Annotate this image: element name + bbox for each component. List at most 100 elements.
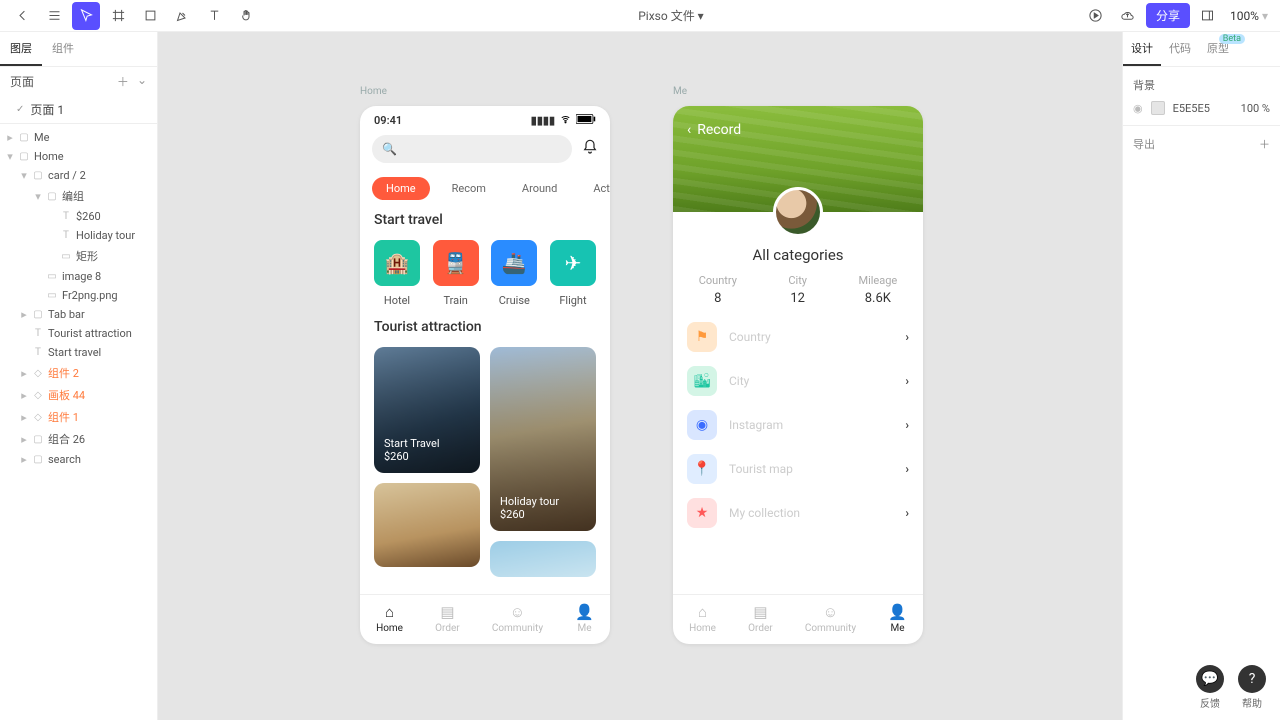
visibility-icon[interactable]: ◉ (1133, 102, 1143, 115)
pages-label: 页面 (10, 73, 34, 90)
tour-card[interactable] (374, 483, 480, 567)
layer-row[interactable]: ▸▢组合 26 (0, 428, 157, 450)
card-price: $260 (500, 508, 586, 521)
tab-code[interactable]: 代码 (1161, 32, 1199, 66)
card-price: $260 (384, 450, 470, 463)
layer-row[interactable]: ▸◇组件 1 (0, 406, 157, 428)
layer-row[interactable]: TTourist attraction (0, 324, 157, 343)
artboard-label: Me (673, 86, 687, 97)
bg-hex[interactable]: E5E5E5 (1173, 102, 1210, 115)
frame-tool[interactable] (104, 2, 132, 30)
pill-tabs: Home Recom Around Activity (360, 169, 610, 208)
category-item[interactable]: ✈Flight (550, 240, 596, 307)
canvas[interactable]: Home 09:41 ▮▮▮▮ 🔍 Home (158, 32, 1122, 720)
back-record[interactable]: ‹ Record (687, 122, 741, 138)
search-icon: 🔍 (382, 142, 397, 156)
bg-section-label: 背景 (1133, 77, 1270, 93)
layer-row[interactable]: ▭image 8 (0, 267, 157, 286)
tabbar-item[interactable]: 👤Me (575, 603, 594, 634)
page-item[interactable]: 页面 1 (0, 96, 157, 123)
pen-tool[interactable] (168, 2, 196, 30)
list-item[interactable]: 🏙City› (687, 366, 909, 396)
right-panel: 设计 代码 原型Beta 背景 ◉ E5E5E5 100 % 导出 ＋ (1122, 32, 1280, 720)
list-item[interactable]: ◉Instagram› (687, 410, 909, 440)
tabbar-item[interactable]: ⌂Home (376, 603, 403, 634)
tab-prototype[interactable]: 原型Beta (1199, 32, 1237, 66)
bg-swatch[interactable] (1151, 101, 1165, 115)
document-title[interactable]: Pixso 文件 ▾ (638, 7, 703, 24)
tabbar-item[interactable]: ▤Order (748, 603, 773, 634)
tabbar-item[interactable]: ☺Community (492, 603, 543, 634)
section-start-travel: Start travel (360, 208, 610, 232)
layer-row[interactable]: ▸◇画板 44 (0, 384, 157, 406)
category-item[interactable]: 🚆Train (433, 240, 479, 307)
layer-row[interactable]: ▭矩形 (0, 245, 157, 267)
zoom-level[interactable]: 100% ▾ (1226, 9, 1272, 23)
list-item[interactable]: 📍Tourist map› (687, 454, 909, 484)
layer-row[interactable]: TStart travel (0, 343, 157, 362)
pill-tab[interactable]: Recom (438, 177, 500, 200)
layer-row[interactable]: ▸◇组件 2 (0, 362, 157, 384)
artboard-home[interactable]: 09:41 ▮▮▮▮ 🔍 Home Recom Around Activity Sta… (360, 106, 610, 644)
signal-icon: ▮▮▮▮ (531, 114, 555, 127)
tour-card[interactable] (490, 541, 596, 577)
add-page-icon[interactable]: ＋ (117, 73, 129, 90)
rectangle-tool[interactable] (136, 2, 164, 30)
list-item[interactable]: ⚑Country› (687, 322, 909, 352)
menu-button[interactable] (40, 2, 68, 30)
add-export-icon[interactable]: ＋ (1259, 136, 1270, 152)
stat-item: Country8 (699, 274, 737, 306)
export-label: 导出 (1133, 136, 1155, 152)
panel-toggle-icon[interactable] (1194, 2, 1222, 30)
layer-row[interactable]: ▾▢Home (0, 147, 157, 166)
battery-icon (576, 114, 596, 127)
layer-row[interactable]: ▸▢Tab bar (0, 305, 157, 324)
wifi-icon (559, 114, 572, 127)
category-item[interactable]: 🏨Hotel (374, 240, 420, 307)
tab-design[interactable]: 设计 (1123, 32, 1161, 66)
back-button[interactable] (8, 2, 36, 30)
status-time: 09:41 (374, 114, 402, 127)
layer-row[interactable]: ▾▢card / 2 (0, 166, 157, 185)
me-list: ⚑Country› 🏙City› ◉Instagram› 📍Tourist map› ★… (673, 312, 923, 538)
tabbar-item[interactable]: ▤Order (435, 603, 460, 634)
tabbar-item[interactable]: ⌂Home (689, 603, 716, 634)
hand-tool[interactable] (232, 2, 260, 30)
layer-row[interactable]: THoliday tour (0, 226, 157, 245)
layer-row[interactable]: T$260 (0, 207, 157, 226)
text-tool[interactable] (200, 2, 228, 30)
cloud-upload-icon[interactable] (1114, 2, 1142, 30)
layer-row[interactable]: ▭Fr2png.png (0, 286, 157, 305)
help-button[interactable]: ?帮助 (1238, 665, 1266, 710)
bell-icon[interactable] (582, 139, 598, 159)
layer-row[interactable]: ▸▢search (0, 450, 157, 469)
pill-tab[interactable]: Home (372, 177, 430, 200)
me-header: ‹ Record (673, 106, 923, 212)
pill-tab[interactable]: Around (508, 177, 571, 200)
layer-row[interactable]: ▸▢Me (0, 128, 157, 147)
tab-bar: ⌂Home ▤Order ☺Community 👤Me (673, 594, 923, 644)
layer-row[interactable]: ▾▢编组 (0, 185, 157, 207)
move-tool[interactable] (72, 2, 100, 30)
list-item[interactable]: ★My collection› (687, 498, 909, 528)
left-panel: 图层 组件 页面 ＋ ⌄ 页面 1 ▸▢Me▾▢Home▾▢card / 2▾▢编… (0, 32, 158, 720)
tab-layers[interactable]: 图层 (0, 32, 42, 66)
search-input[interactable]: 🔍 (372, 135, 572, 163)
feedback-button[interactable]: 💬反馈 (1196, 665, 1224, 710)
card-title: Holiday tour (500, 495, 586, 508)
share-button[interactable]: 分享 (1146, 3, 1190, 28)
tour-card[interactable]: Holiday tour $260 (490, 347, 596, 531)
tabbar-item[interactable]: ☺Community (805, 603, 856, 634)
tabbar-item[interactable]: 👤Me (888, 603, 907, 634)
bg-opacity[interactable]: 100 % (1241, 102, 1270, 115)
artboard-me[interactable]: ‹ Record All categories Country8City12Mi… (673, 106, 923, 644)
category-item[interactable]: 🚢Cruise (491, 240, 537, 307)
top-toolbar: Pixso 文件 ▾ 分享 100% ▾ (0, 0, 1280, 32)
pill-tab[interactable]: Activity (579, 177, 610, 200)
tour-card[interactable]: Start Travel $260 (374, 347, 480, 473)
play-icon[interactable] (1082, 2, 1110, 30)
avatar[interactable] (773, 187, 823, 237)
section-tourist: Tourist attraction (360, 315, 610, 339)
pages-chevron-icon[interactable]: ⌄ (137, 73, 147, 90)
tab-components[interactable]: 组件 (42, 32, 84, 66)
